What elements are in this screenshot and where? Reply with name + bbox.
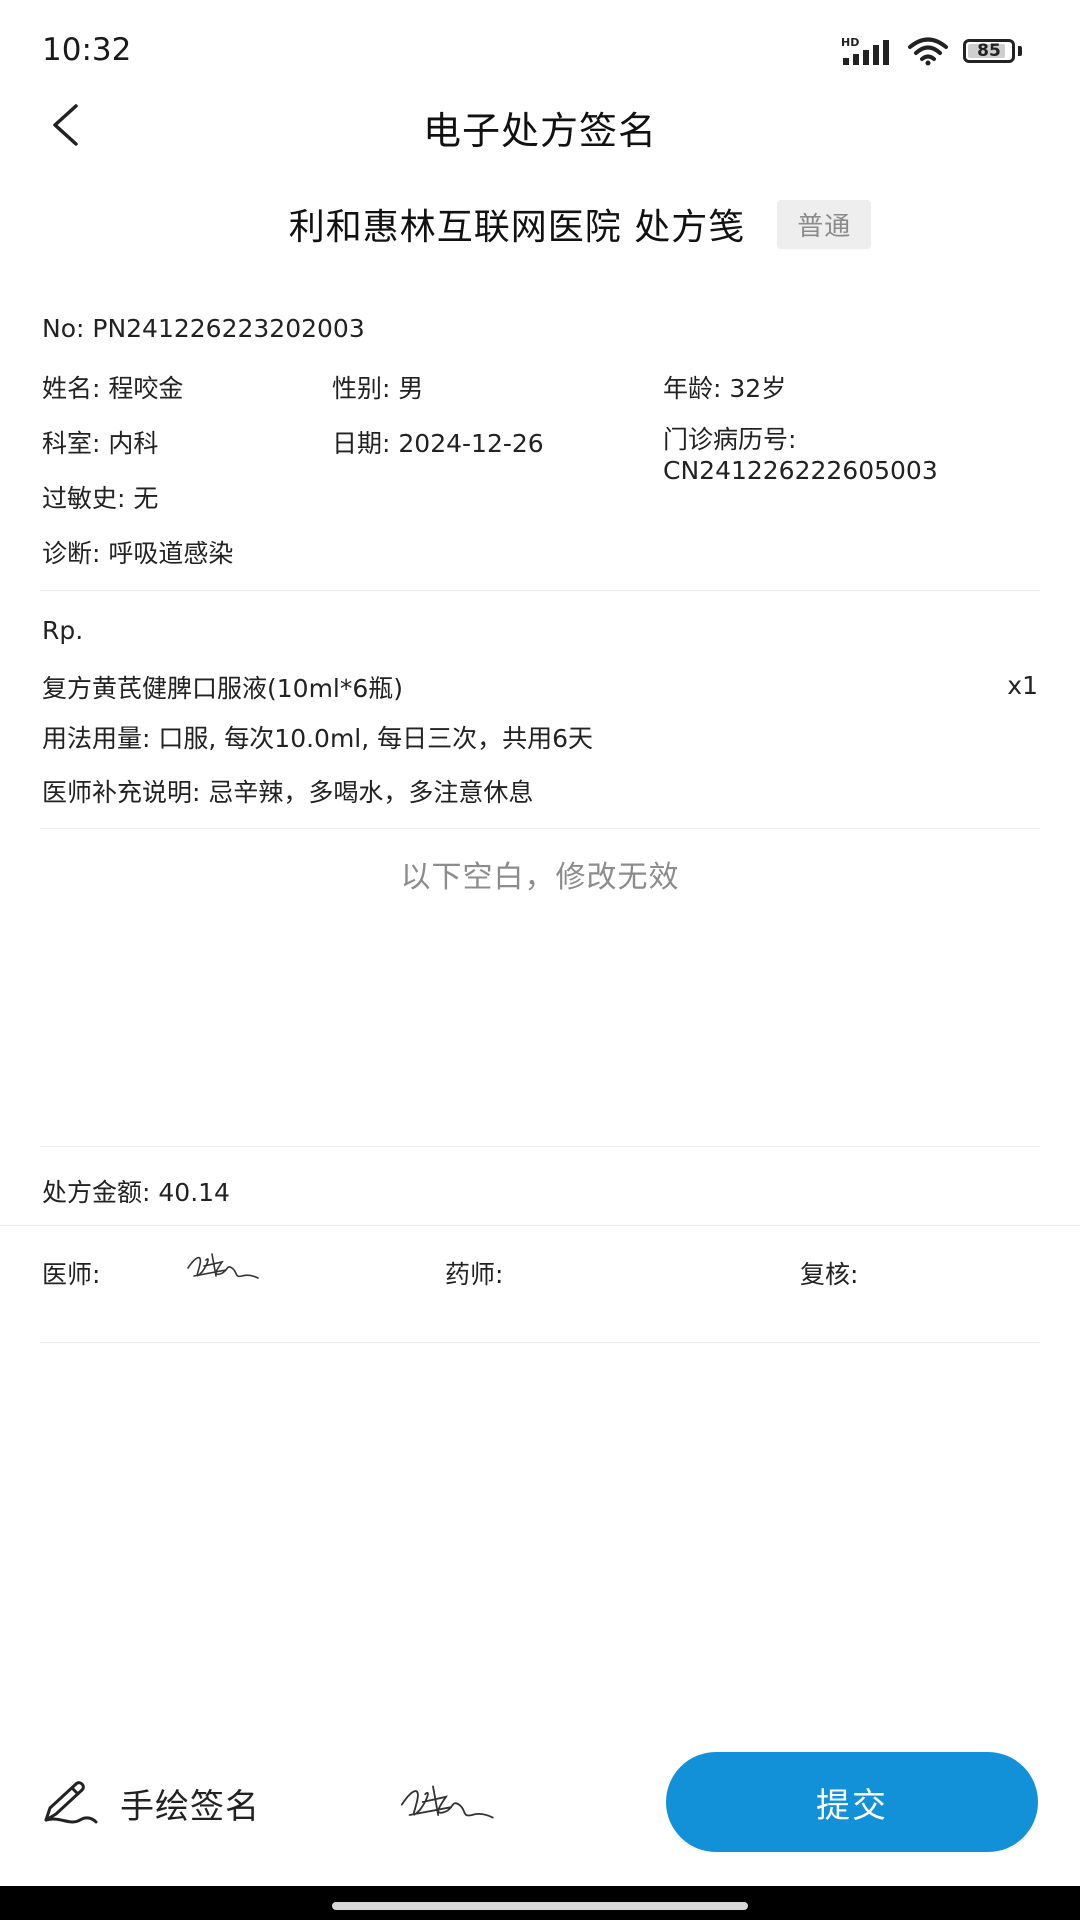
rp-label: Rp. bbox=[42, 616, 84, 645]
usage-label: 用法用量: bbox=[42, 724, 151, 753]
hospital-title: 利和惠林互联网医院 处方笺 bbox=[288, 207, 746, 248]
doctor-signature bbox=[187, 1253, 259, 1279]
record-value: CN241226222605003 bbox=[663, 456, 938, 485]
note-label: 医师补充说明: bbox=[42, 778, 201, 807]
prescription-amount: 处方金额: 40.14 bbox=[42, 1173, 230, 1209]
prescription-type-badge: 普通 bbox=[777, 199, 872, 249]
signal-icon: HD bbox=[841, 36, 889, 65]
dept-value: 内科 bbox=[108, 429, 159, 458]
amount-value: 40.14 bbox=[158, 1178, 230, 1207]
battery-value: 85 bbox=[977, 41, 1001, 61]
gender-value: 男 bbox=[398, 374, 424, 403]
date-value: 2024-12-26 bbox=[398, 429, 544, 458]
pharmacist-label: 药师: bbox=[445, 1260, 504, 1289]
prescription-no: No: PN241226223202003 bbox=[42, 314, 365, 343]
battery-tip bbox=[1018, 46, 1022, 56]
no-label: No: bbox=[42, 314, 85, 343]
page-title: 电子处方签名 bbox=[422, 109, 657, 153]
patient-age: 年龄: 32岁 bbox=[663, 369, 786, 405]
amount-label: 处方金额: bbox=[42, 1178, 151, 1207]
prescription-date: 日期: 2024-12-26 bbox=[332, 424, 544, 460]
usage-value: 口服, 每次10.0ml, 每日三次，共用6天 bbox=[158, 724, 594, 753]
note-value: 忌辛辣，多喝水，多注意休息 bbox=[208, 778, 534, 807]
doctor-note: 医师补充说明: 忌辛辣，多喝水，多注意休息 bbox=[42, 773, 533, 809]
drug-quantity: x1 bbox=[1007, 671, 1038, 700]
drug-name: 复方黄芪健脾口服液(10ml*6瓶) bbox=[42, 674, 404, 703]
gender-label: 性别: bbox=[332, 374, 391, 403]
blank-note: 以下空白，修改无效 bbox=[400, 860, 680, 895]
diagnosis-value: 呼吸道感染 bbox=[108, 539, 234, 568]
patient-gender: 性别: 男 bbox=[332, 369, 423, 405]
diagnosis-label: 诊断: bbox=[42, 539, 101, 568]
name-label: 姓名: bbox=[42, 374, 101, 403]
allergy-history: 过敏史: 无 bbox=[42, 479, 158, 515]
divider bbox=[40, 1146, 1040, 1147]
wifi-icon bbox=[908, 37, 948, 66]
prescription-header: 利和惠林互联网医院 处方笺 普通 bbox=[0, 198, 1080, 250]
doctor-label: 医师: bbox=[42, 1260, 101, 1289]
drawn-signature-preview bbox=[400, 1785, 494, 1819]
allergy-value: 无 bbox=[133, 484, 159, 513]
reviewer-label: 复核: bbox=[800, 1260, 859, 1289]
allergy-label: 过敏史: bbox=[42, 484, 126, 513]
divider bbox=[40, 1342, 1040, 1343]
diagnosis: 诊断: 呼吸道感染 bbox=[42, 534, 233, 570]
hand-draw-label: 手绘签名 bbox=[120, 1786, 260, 1827]
pen-icon bbox=[44, 1781, 98, 1824]
department: 科室: 内科 bbox=[42, 424, 158, 460]
age-label: 年龄: bbox=[663, 374, 722, 403]
outpatient-record: 门诊病历号: CN241226222605003 bbox=[663, 424, 938, 486]
usage: 用法用量: 口服, 每次10.0ml, 每日三次，共用6天 bbox=[42, 719, 593, 755]
age-value: 32岁 bbox=[729, 374, 787, 403]
status-time: 10:32 bbox=[42, 32, 132, 68]
network-type: HD bbox=[841, 36, 859, 49]
home-indicator[interactable] bbox=[332, 1902, 748, 1910]
no-value: PN241226223202003 bbox=[92, 314, 365, 343]
record-label: 门诊病历号: bbox=[663, 425, 797, 454]
hand-draw-signature-button[interactable]: 手绘签名 bbox=[40, 1778, 260, 1828]
dept-label: 科室: bbox=[42, 429, 101, 458]
name-value: 程咬金 bbox=[108, 374, 184, 403]
divider bbox=[0, 1225, 1080, 1226]
patient-name: 姓名: 程咬金 bbox=[42, 369, 183, 405]
submit-button[interactable]: 提交 bbox=[666, 1752, 1038, 1852]
divider bbox=[40, 828, 1040, 829]
battery-icon: 85 bbox=[963, 39, 1015, 63]
status-icons: HD 85 bbox=[841, 36, 1022, 66]
divider bbox=[40, 590, 1040, 591]
date-label: 日期: bbox=[332, 429, 391, 458]
